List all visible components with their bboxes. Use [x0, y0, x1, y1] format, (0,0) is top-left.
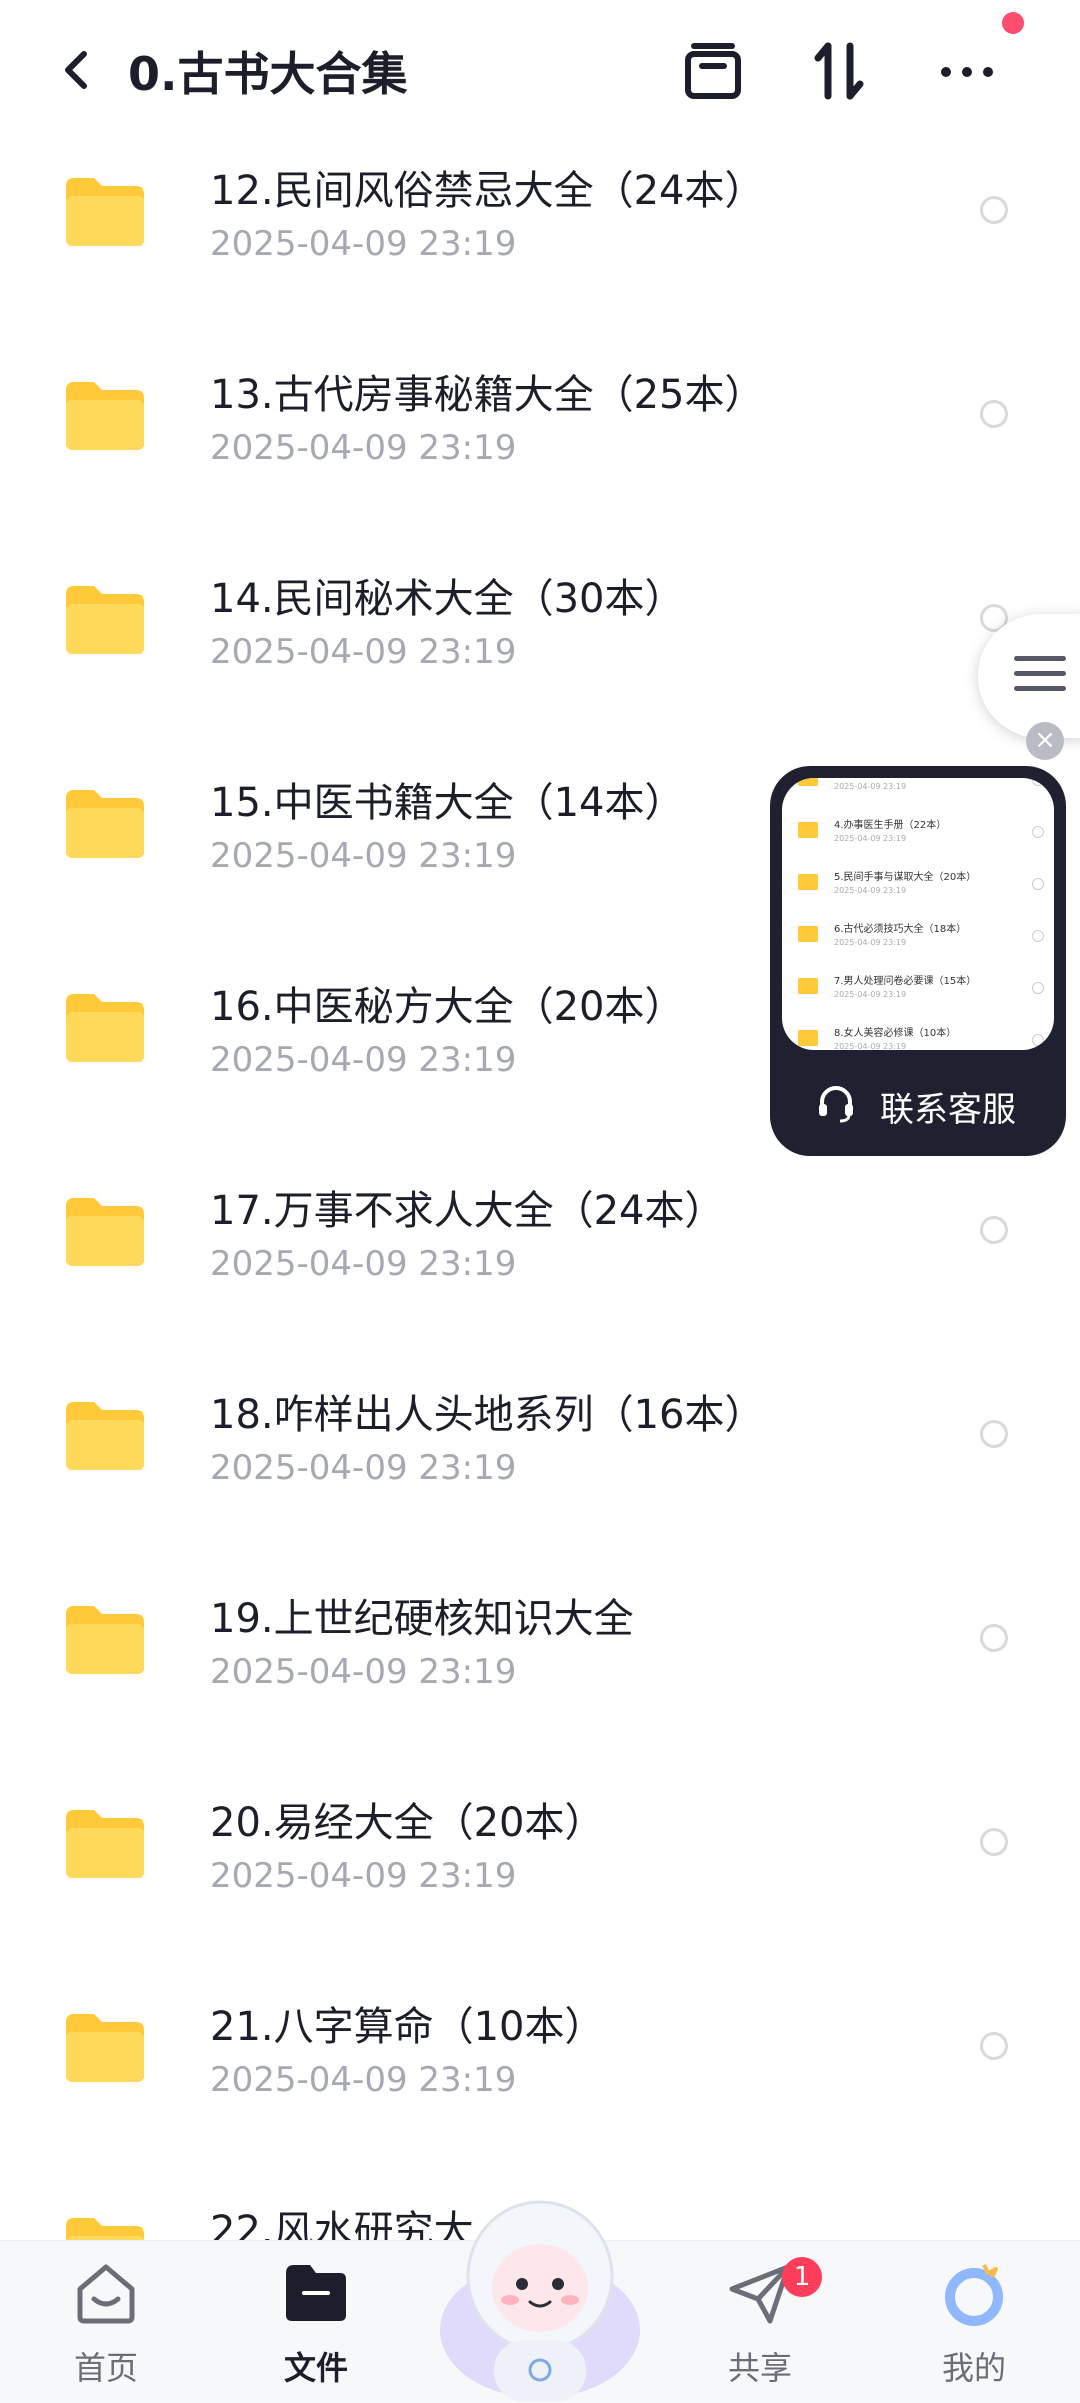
- customer-service-label: 联系客服: [880, 1090, 1016, 1130]
- list-item[interactable]: 13.古代房事秘籍大全（25本） 2025-04-09 23:19: [0, 344, 1080, 548]
- headset-icon: [819, 1086, 853, 1123]
- list-item[interactable]: 14.民间秘术大全（30本） 2025-04-09 23:19: [0, 548, 1080, 752]
- file-name: 13.古代房事秘籍大全（25本）: [210, 372, 765, 418]
- file-date: 2025-04-09 23:19: [210, 1652, 517, 1692]
- preview-row: 4.办事医生手册（22本） 2025-04-09 23:19: [782, 808, 1054, 860]
- folder-icon: [286, 2265, 346, 2321]
- preview-row: 8.女人美容必修课（10本） 2025-04-09 23:19: [782, 1016, 1054, 1050]
- tab-share[interactable]: 1 共享: [690, 2241, 830, 2403]
- select-radio[interactable]: [980, 400, 1008, 428]
- file-date: 2025-04-09 23:19: [210, 1448, 517, 1488]
- tab-label: 首页: [73, 2349, 138, 2387]
- file-date: 2025-04-09 23:19: [210, 224, 517, 264]
- select-radio[interactable]: [980, 2032, 1008, 2060]
- mascot-avatar[interactable]: [430, 2180, 650, 2402]
- tab-home[interactable]: 首页: [36, 2241, 176, 2403]
- select-radio[interactable]: [980, 1624, 1008, 1652]
- file-name: 19.上世纪硬核知识大全: [210, 1596, 634, 1642]
- folder-icon: [66, 1810, 144, 1878]
- home-icon: [77, 2264, 135, 2324]
- tab-files[interactable]: 文件: [246, 2241, 386, 2403]
- tab-label: 我的: [941, 2349, 1006, 2387]
- back-icon[interactable]: [48, 40, 108, 100]
- folder-icon: [66, 1606, 144, 1674]
- list-item[interactable]: 20.易经大全（20本） 2025-04-09 23:19: [0, 1772, 1080, 1976]
- top-bar: 0.古书大合集: [0, 0, 1080, 140]
- notification-dot: [1002, 12, 1024, 34]
- file-name: 12.民间风俗禁忌大全（24本）: [210, 168, 765, 214]
- preview-row: 5.民间手事与谋取大全（20本） 2025-04-09 23:19: [782, 860, 1054, 912]
- notification-badge: 1: [782, 2257, 822, 2297]
- folder-icon: [66, 2014, 144, 2082]
- customer-service-widget[interactable]: 2025-04-09 23:19 4.办事医生手册（22本） 2025-04-09…: [770, 766, 1066, 1156]
- file-name: 17.万事不求人大全（24本）: [210, 1188, 725, 1234]
- preview-row: 6.古代必须技巧大全（18本） 2025-04-09 23:19: [782, 912, 1054, 964]
- list-item[interactable]: 17.万事不求人大全（24本） 2025-04-09 23:19: [0, 1160, 1080, 1364]
- preview-thumbnail: 2025-04-09 23:19 4.办事医生手册（22本） 2025-04-09…: [782, 778, 1054, 1050]
- profile-icon: [945, 2264, 1003, 2326]
- page-title: 0.古书大合集: [128, 47, 408, 101]
- folder-icon: [66, 994, 144, 1062]
- sort-icon[interactable]: [804, 36, 874, 106]
- folder-icon: [66, 1402, 144, 1470]
- close-icon[interactable]: ×: [1026, 722, 1064, 760]
- tab-profile[interactable]: 我的: [904, 2241, 1044, 2403]
- file-date: 2025-04-09 23:19: [210, 1244, 517, 1284]
- file-name: 18.咋样出人头地系列（16本）: [210, 1392, 765, 1438]
- tab-label: 文件: [283, 2349, 348, 2387]
- file-name: 20.易经大全（20本）: [210, 1800, 605, 1846]
- file-date: 2025-04-09 23:19: [210, 836, 517, 876]
- folder-icon: [66, 382, 144, 450]
- file-date: 2025-04-09 23:19: [210, 1040, 517, 1080]
- menu-icon: [1014, 656, 1066, 701]
- folder-icon: [66, 178, 144, 246]
- folder-icon: [66, 586, 144, 654]
- archive-icon[interactable]: [678, 36, 748, 106]
- list-item[interactable]: 18.咋样出人头地系列（16本） 2025-04-09 23:19: [0, 1364, 1080, 1568]
- folder-icon: [66, 790, 144, 858]
- select-radio[interactable]: [980, 1828, 1008, 1856]
- more-icon[interactable]: [932, 36, 1002, 106]
- file-date: 2025-04-09 23:19: [210, 428, 517, 468]
- folder-icon: [66, 1198, 144, 1266]
- select-radio[interactable]: [980, 1216, 1008, 1244]
- list-item[interactable]: 21.八字算命（10本） 2025-04-09 23:19: [0, 1976, 1080, 2180]
- file-name: 16.中医秘方大全（20本）: [210, 984, 685, 1030]
- file-name: 21.八字算命（10本）: [210, 2004, 605, 2050]
- file-date: 2025-04-09 23:19: [210, 632, 517, 672]
- preview-row: 2025-04-09 23:19: [782, 778, 1054, 808]
- preview-row: 7.男人处理问卷必要课（15本） 2025-04-09 23:19: [782, 964, 1054, 1016]
- select-radio[interactable]: [980, 196, 1008, 224]
- file-name: 14.民间秘术大全（30本）: [210, 576, 685, 622]
- select-radio[interactable]: [980, 1420, 1008, 1448]
- file-date: 2025-04-09 23:19: [210, 1856, 517, 1896]
- file-date: 2025-04-09 23:19: [210, 2060, 517, 2100]
- file-name: 15.中医书籍大全（14本）: [210, 780, 685, 826]
- list-item[interactable]: 12.民间风俗禁忌大全（24本） 2025-04-09 23:19: [0, 140, 1080, 344]
- list-item[interactable]: 19.上世纪硬核知识大全 2025-04-09 23:19: [0, 1568, 1080, 1772]
- tab-label: 共享: [727, 2349, 792, 2387]
